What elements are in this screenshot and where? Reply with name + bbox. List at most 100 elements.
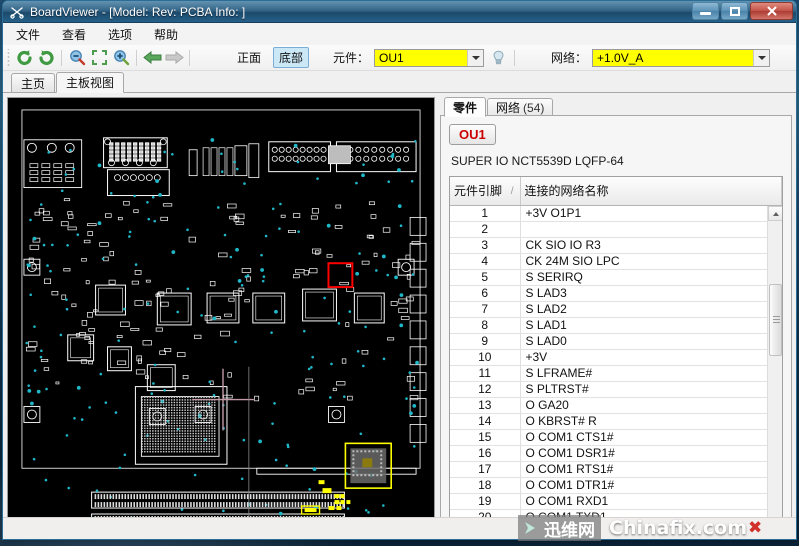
component-input[interactable]: OU1	[375, 50, 467, 66]
column-header-net[interactable]: 连接的网络名称	[520, 177, 782, 205]
details-panel: 零件 网络 (54) OU1 SUPER IO NCT5539D LQFP-64	[440, 97, 792, 518]
table-row[interactable]: 12 S PLTRST#	[450, 381, 782, 397]
lightbulb-icon[interactable]	[489, 49, 507, 67]
window-titlebar: BoardViewer - [Model: Rev: PCBA Info: ]	[3, 1, 796, 23]
table-row[interactable]: 3 CK SIO IO R3	[450, 237, 782, 253]
cell-net: CK 24M SIO LPC	[520, 253, 782, 269]
chevron-down-icon[interactable]	[467, 50, 483, 66]
table-row[interactable]: 1 +3V O1P1	[450, 205, 782, 221]
rotate-left-icon[interactable]	[13, 47, 35, 69]
rotate-right-icon[interactable]	[35, 47, 57, 69]
cell-pin: 15	[450, 429, 520, 445]
scroll-up-button[interactable]	[768, 206, 783, 221]
toolbar-grip[interactable]	[5, 49, 11, 67]
maximize-button[interactable]	[721, 2, 748, 20]
view-tabstrip: 主页 主板视图	[3, 71, 796, 93]
scrollbar-thumb[interactable]	[769, 284, 782, 356]
cell-net: S LAD3	[520, 285, 782, 301]
board-side-selector: 正面 底部	[231, 47, 309, 68]
zoom-out-icon[interactable]	[66, 47, 88, 69]
menu-options[interactable]: 选项	[105, 24, 135, 45]
pcb-board-view[interactable]	[8, 98, 434, 517]
cell-net: S LAD1	[520, 317, 782, 333]
cell-pin: 5	[450, 269, 520, 285]
table-row[interactable]: 14 O KBRST# R	[450, 413, 782, 429]
side-front-button[interactable]: 正面	[231, 47, 267, 68]
table-row[interactable]: 9S LAD0	[450, 333, 782, 349]
cell-pin: 7	[450, 301, 520, 317]
tab-board-view[interactable]: 主板视图	[56, 72, 124, 93]
chevron-down-icon[interactable]	[753, 50, 769, 66]
side-bottom-button[interactable]: 底部	[273, 47, 309, 68]
table-row[interactable]: 19 O COM1 RXD1	[450, 493, 782, 509]
component-selector-group: 元件： OU1	[333, 49, 519, 67]
menu-help[interactable]: 帮助	[151, 24, 181, 45]
cell-pin: 4	[450, 253, 520, 269]
cell-pin: 16	[450, 445, 520, 461]
table-row[interactable]: 7S LAD2	[450, 301, 782, 317]
part-description: SUPER IO NCT5539D LQFP-64	[451, 154, 783, 168]
net-combobox[interactable]: +1.0V_A	[592, 49, 770, 67]
tab-nets-label: 网络	[496, 99, 520, 116]
table-row[interactable]: 15 O COM1 CTS1#	[450, 429, 782, 445]
cell-net: O COM1 CTS1#	[520, 429, 782, 445]
net-selector-group: 网络： +1.0V_A	[551, 49, 770, 67]
sort-indicator: /	[511, 186, 514, 197]
column-header-pin[interactable]: 元件引脚 /	[450, 177, 520, 205]
table-row[interactable]: 6S LAD3	[450, 285, 782, 301]
tab-parts-label: 零件	[453, 99, 477, 116]
table-row[interactable]: 17 O COM1 RTS1#	[450, 461, 782, 477]
toolbar-separator-3	[189, 50, 190, 66]
table-row[interactable]: 18 O COM1 DTR1#	[450, 477, 782, 493]
cell-net: S LFRAME#	[520, 365, 782, 381]
toolbar-separator-2	[136, 50, 137, 66]
back-arrow-icon[interactable]	[141, 47, 163, 69]
parts-panel-body: OU1 SUPER IO NCT5539D LQFP-64 元件引脚 / 连接的…	[440, 115, 792, 540]
table-row[interactable]: 16 O COM1 DSR1#	[450, 445, 782, 461]
pcb-canvas-container[interactable]	[7, 97, 435, 518]
close-x-icon[interactable]: ✖	[748, 518, 762, 538]
pin-table-scrollbar[interactable]	[767, 206, 782, 540]
component-combobox[interactable]: OU1	[374, 49, 484, 67]
selected-component-ou1[interactable]	[345, 443, 391, 488]
tab-home[interactable]: 主页	[11, 73, 55, 92]
cell-pin: 1	[450, 205, 520, 221]
component-label: 元件：	[333, 49, 369, 66]
watermark-en-text: Chinafix.com	[609, 517, 747, 539]
scissors-icon	[10, 5, 24, 19]
column-header-pin-label: 元件引脚	[454, 184, 502, 198]
cell-net: O COM1 DSR1#	[520, 445, 782, 461]
table-row[interactable]: 8S LAD1	[450, 317, 782, 333]
table-row[interactable]: 5S SERIRQ	[450, 269, 782, 285]
panel-tabstrip: 零件 网络 (54)	[440, 97, 792, 116]
close-button[interactable]	[750, 2, 793, 20]
zoom-fit-icon[interactable]	[88, 47, 110, 69]
cell-net: +3V	[520, 349, 782, 365]
chevron-right-icon	[522, 519, 540, 537]
table-row[interactable]: 2	[450, 221, 782, 237]
forward-arrow-icon[interactable]	[163, 47, 185, 69]
tab-parts[interactable]: 零件	[444, 97, 486, 117]
toolbar-separator	[61, 50, 62, 66]
tab-nets[interactable]: 网络 (54)	[487, 98, 553, 116]
minimize-button[interactable]	[692, 2, 719, 20]
table-row[interactable]: 13 O GA20	[450, 397, 782, 413]
pin-table-body: 1 +3V O1P1 2 3 CK SIO IO R3 4 CK 24M SIO LPC 5 S…	[450, 205, 782, 540]
zoom-in-icon[interactable]	[110, 47, 132, 69]
close-icon	[766, 5, 778, 17]
net-input[interactable]: +1.0V_A	[593, 50, 753, 66]
pin-table-container: 元件引脚 / 连接的网络名称 1 +3V O1P1 2 3 CK SIO IO R3 4 C…	[449, 176, 783, 540]
tab-home-label: 主页	[21, 75, 45, 92]
cell-net: S LAD2	[520, 301, 782, 317]
cell-net	[520, 221, 782, 237]
table-row[interactable]: 11 S LFRAME#	[450, 365, 782, 381]
watermark-badge: 迅维网	[518, 515, 601, 541]
menu-file[interactable]: 文件	[13, 24, 43, 45]
table-row[interactable]: 4 CK 24M SIO LPC	[450, 253, 782, 269]
table-row[interactable]: 10 +3V	[450, 349, 782, 365]
cell-net: S LAD0	[520, 333, 782, 349]
menu-view[interactable]: 查看	[59, 24, 89, 45]
cell-pin: 10	[450, 349, 520, 365]
refdes-button[interactable]: OU1	[449, 124, 496, 145]
cell-net: O COM1 RXD1	[520, 493, 782, 509]
